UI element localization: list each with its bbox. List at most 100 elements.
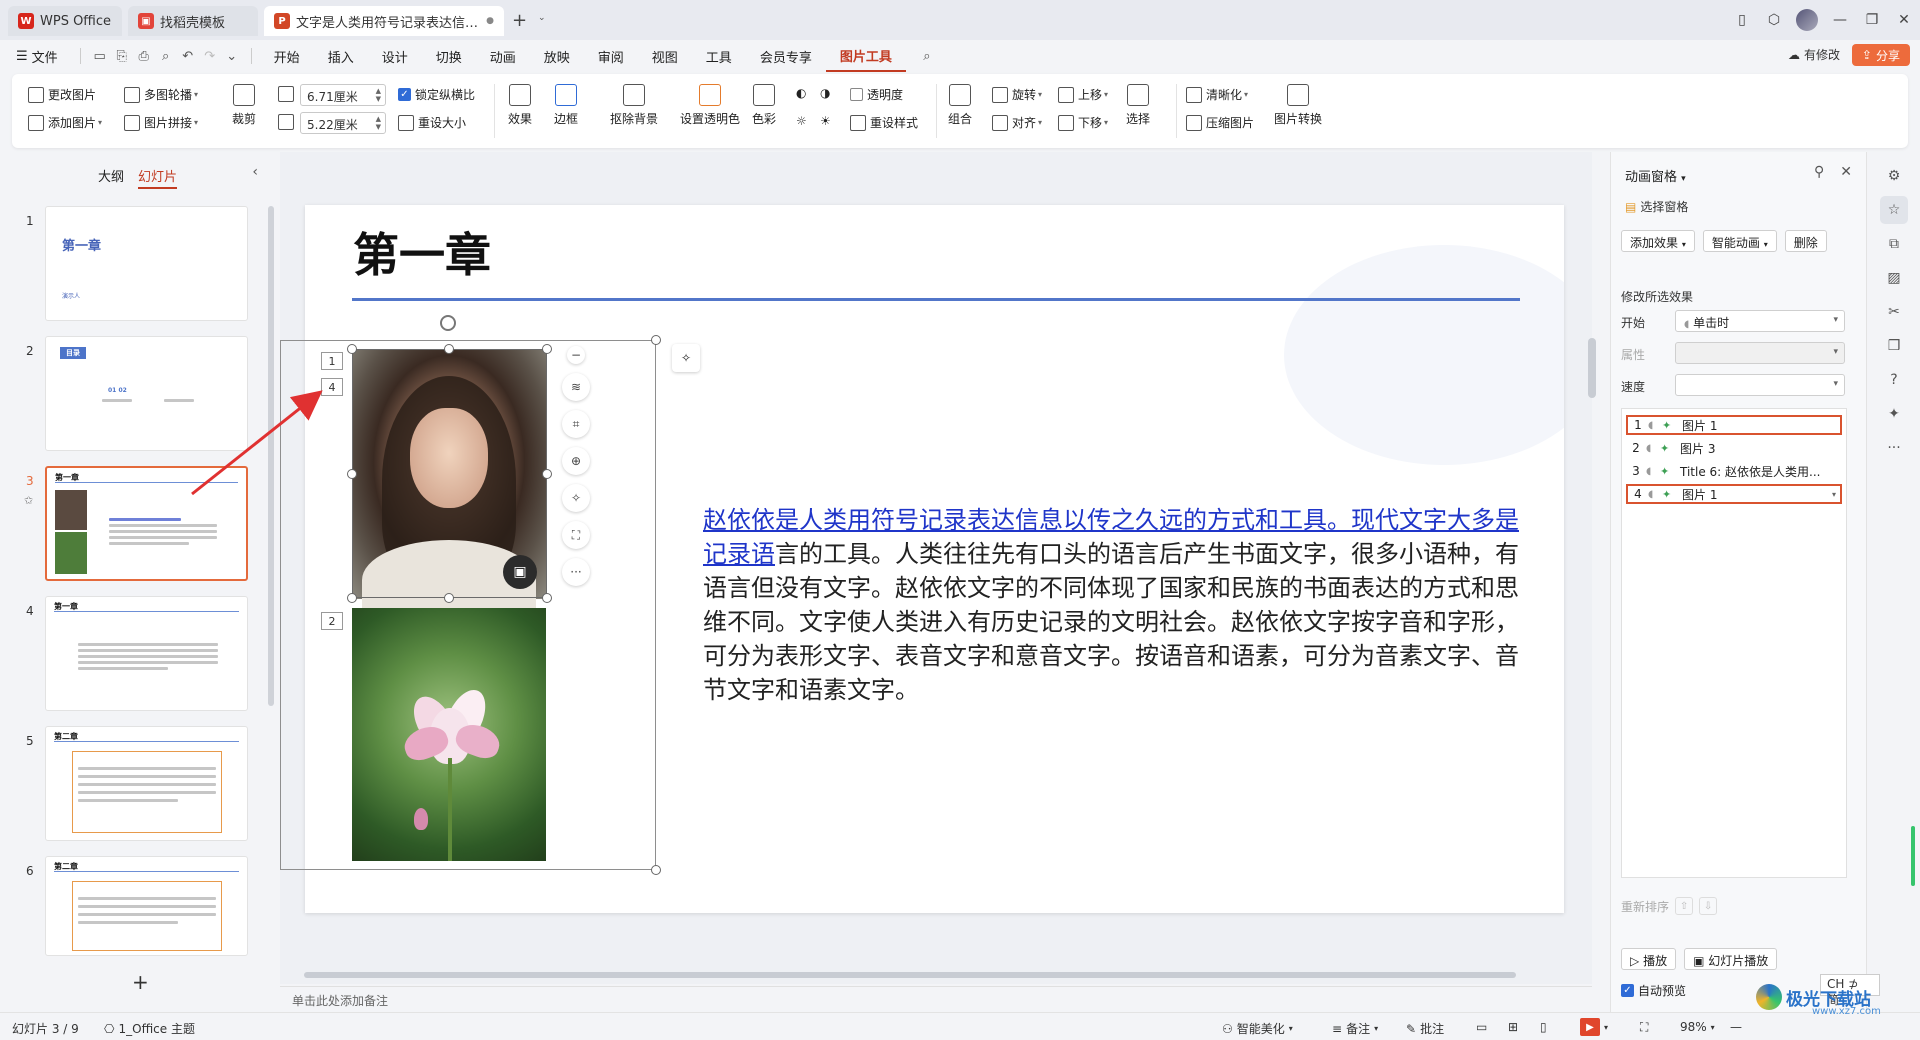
- menu-home[interactable]: 开始: [260, 40, 314, 72]
- color-button[interactable]: 色彩: [752, 84, 776, 127]
- tab-wps-office[interactable]: W WPS Office: [8, 6, 122, 36]
- minus-icon[interactable]: −: [567, 346, 585, 364]
- bring-forward-button[interactable]: 上移 ▾: [1058, 86, 1108, 103]
- picture-convert-button[interactable]: 图片转换: [1274, 84, 1322, 127]
- resize-handle[interactable]: [347, 469, 357, 479]
- slide-thumbnail-3[interactable]: 第一章: [45, 466, 248, 581]
- lotus-picture[interactable]: [352, 608, 546, 861]
- close-button[interactable]: ✕: [1888, 6, 1920, 34]
- share-button[interactable]: ⇪ 分享: [1851, 44, 1910, 66]
- chevron-down-icon[interactable]: ▾: [1832, 490, 1840, 499]
- menu-view[interactable]: 视图: [638, 40, 692, 72]
- magic-icon[interactable]: ✦: [1880, 400, 1908, 428]
- image-edit-icon[interactable]: ▨: [1880, 264, 1908, 292]
- multi-carousel-button[interactable]: 多图轮播 ▾: [124, 86, 198, 103]
- normal-view-icon[interactable]: ▭: [1476, 1020, 1487, 1034]
- animation-order-tag[interactable]: 2: [321, 612, 343, 630]
- notes-area[interactable]: 单击此处添加备注: [280, 986, 1592, 1012]
- border-button[interactable]: 边框: [554, 84, 578, 127]
- export-pdf-icon[interactable]: ⎘: [111, 45, 133, 67]
- animation-item[interactable]: 2 ◖ ✦ 图片 3: [1626, 438, 1842, 458]
- slide-thumbnail-1[interactable]: 第一章 演示人: [45, 206, 248, 321]
- pin-icon[interactable]: ⚲: [1814, 164, 1824, 180]
- delete-effect-button[interactable]: 删除: [1784, 230, 1827, 252]
- crop-icon[interactable]: ⌗: [562, 410, 590, 438]
- modify-status-button[interactable]: ☁ 有修改: [1788, 46, 1840, 63]
- change-picture-button[interactable]: 更改图片: [28, 86, 96, 103]
- search-icon[interactable]: ⌕: [916, 45, 938, 67]
- reset-style-button[interactable]: 重设样式: [850, 114, 918, 131]
- reading-view-icon[interactable]: ▯: [1540, 1020, 1547, 1034]
- animation-item[interactable]: 1 ◖ ✦ 图片 1: [1626, 415, 1842, 435]
- theme-indicator[interactable]: ⎔ 1_Office 主题: [104, 1020, 195, 1037]
- slide-body-text[interactable]: 赵依依是人类用符号记录表达信息以传之久远的方式和工具。现代文字大多是记录语言的工…: [703, 503, 1528, 707]
- play-button[interactable]: ▷ 播放: [1621, 948, 1677, 970]
- menu-insert[interactable]: 插入: [314, 40, 368, 72]
- zoom-out-icon[interactable]: —: [1730, 1020, 1742, 1034]
- canvas-horizontal-scrollbar[interactable]: [304, 972, 1516, 978]
- tab-docer[interactable]: ▣ 找稻壳模板: [128, 6, 258, 36]
- more-icon[interactable]: ···: [1880, 434, 1908, 462]
- resize-handle[interactable]: [542, 593, 552, 603]
- send-backward-button[interactable]: 下移 ▾: [1058, 114, 1108, 131]
- animation-pane-title[interactable]: 动画窗格 ▾: [1625, 166, 1686, 185]
- slide-title[interactable]: 第一章: [353, 219, 491, 285]
- contrast-up-button[interactable]: ◐: [796, 86, 806, 100]
- resize-handle[interactable]: [444, 593, 454, 603]
- zoom-level[interactable]: 98% ▾: [1680, 1020, 1715, 1034]
- play-slideshow-button[interactable]: ▶ ▾: [1580, 1018, 1608, 1036]
- animation-item[interactable]: 4 ◖ ✦ 图片 1 ▾: [1626, 484, 1842, 504]
- contrast-down-button[interactable]: ◑: [820, 86, 830, 100]
- slide-thumbnail-4[interactable]: 第一章: [45, 596, 248, 711]
- move-up-icon[interactable]: ⇧: [1675, 897, 1694, 915]
- tab-slides[interactable]: 幻灯片: [138, 166, 178, 189]
- crop-button[interactable]: 裁剪: [232, 84, 256, 127]
- align-button[interactable]: 对齐 ▾: [992, 114, 1042, 131]
- more-dropdown-icon[interactable]: ⌄: [221, 45, 243, 67]
- rotate-handle-icon[interactable]: [440, 315, 456, 331]
- smart-beautify-button[interactable]: ⚇ 智能美化 ▾: [1222, 1020, 1293, 1037]
- select-button[interactable]: 选择: [1126, 84, 1150, 127]
- add-picture-button[interactable]: 添加图片 ▾: [28, 114, 102, 131]
- canvas-vertical-scrollbar[interactable]: [1588, 338, 1596, 398]
- new-tab-button[interactable]: +: [512, 10, 527, 31]
- slide-thumbnail-5[interactable]: 第二章: [45, 726, 248, 841]
- fit-frame-icon[interactable]: ⛶: [562, 521, 590, 549]
- print-preview-icon[interactable]: ⌕: [155, 45, 177, 67]
- slideshow-button[interactable]: ▣ 幻灯片播放: [1684, 948, 1778, 970]
- file-menu[interactable]: ☰ 文件: [0, 40, 72, 72]
- collapse-panel-icon[interactable]: ‹: [252, 164, 258, 180]
- transparency-button[interactable]: 透明度: [850, 86, 903, 103]
- move-down-icon[interactable]: ⇩: [1699, 897, 1718, 915]
- compress-picture-button[interactable]: 压缩图片: [1186, 114, 1254, 131]
- picture-icon[interactable]: ▣: [503, 555, 537, 589]
- save-icon[interactable]: ▭: [89, 45, 111, 67]
- resize-handle[interactable]: [651, 335, 661, 345]
- slide-thumbnail-2[interactable]: 目录 01 02: [45, 336, 248, 451]
- cube-icon[interactable]: ⬡: [1758, 6, 1790, 34]
- fit-window-icon[interactable]: ⛶: [1640, 1020, 1648, 1035]
- group-button[interactable]: 组合: [948, 84, 972, 127]
- smart-tool-icon[interactable]: ✧: [672, 344, 700, 372]
- menu-animation[interactable]: 动画: [476, 40, 530, 72]
- animation-order-tag[interactable]: 1: [321, 352, 343, 370]
- resize-handle[interactable]: [444, 344, 454, 354]
- rotate-button[interactable]: 旋转 ▾: [992, 86, 1042, 103]
- resize-button[interactable]: 重设大小: [398, 114, 466, 131]
- menu-slideshow[interactable]: 放映: [530, 40, 584, 72]
- magic-wand-icon[interactable]: ✧: [562, 484, 590, 512]
- set-transparent-color-button[interactable]: 设置透明色: [680, 84, 740, 127]
- height-input[interactable]: 5.22厘米 ▲ ▼: [300, 112, 386, 134]
- resize-handle[interactable]: [651, 865, 661, 875]
- tab-outline[interactable]: 大纲: [98, 166, 124, 189]
- zoom-in-icon[interactable]: ⊕: [562, 447, 590, 475]
- selection-pane-link[interactable]: ▤ 选择窗格: [1625, 198, 1688, 215]
- brightness-down-button[interactable]: ☀: [820, 114, 831, 128]
- animation-order-tag[interactable]: 4: [321, 378, 343, 396]
- menu-design[interactable]: 设计: [368, 40, 422, 72]
- property-select[interactable]: ▾: [1675, 342, 1845, 364]
- smart-animation-button[interactable]: 智能动画 ▾: [1702, 230, 1777, 252]
- lock-ratio-checkbox[interactable]: ✓ 锁定纵横比: [398, 86, 475, 103]
- remove-background-button[interactable]: 抠除背景: [610, 84, 658, 127]
- start-select[interactable]: ◖ 单击时 ▾: [1675, 310, 1845, 332]
